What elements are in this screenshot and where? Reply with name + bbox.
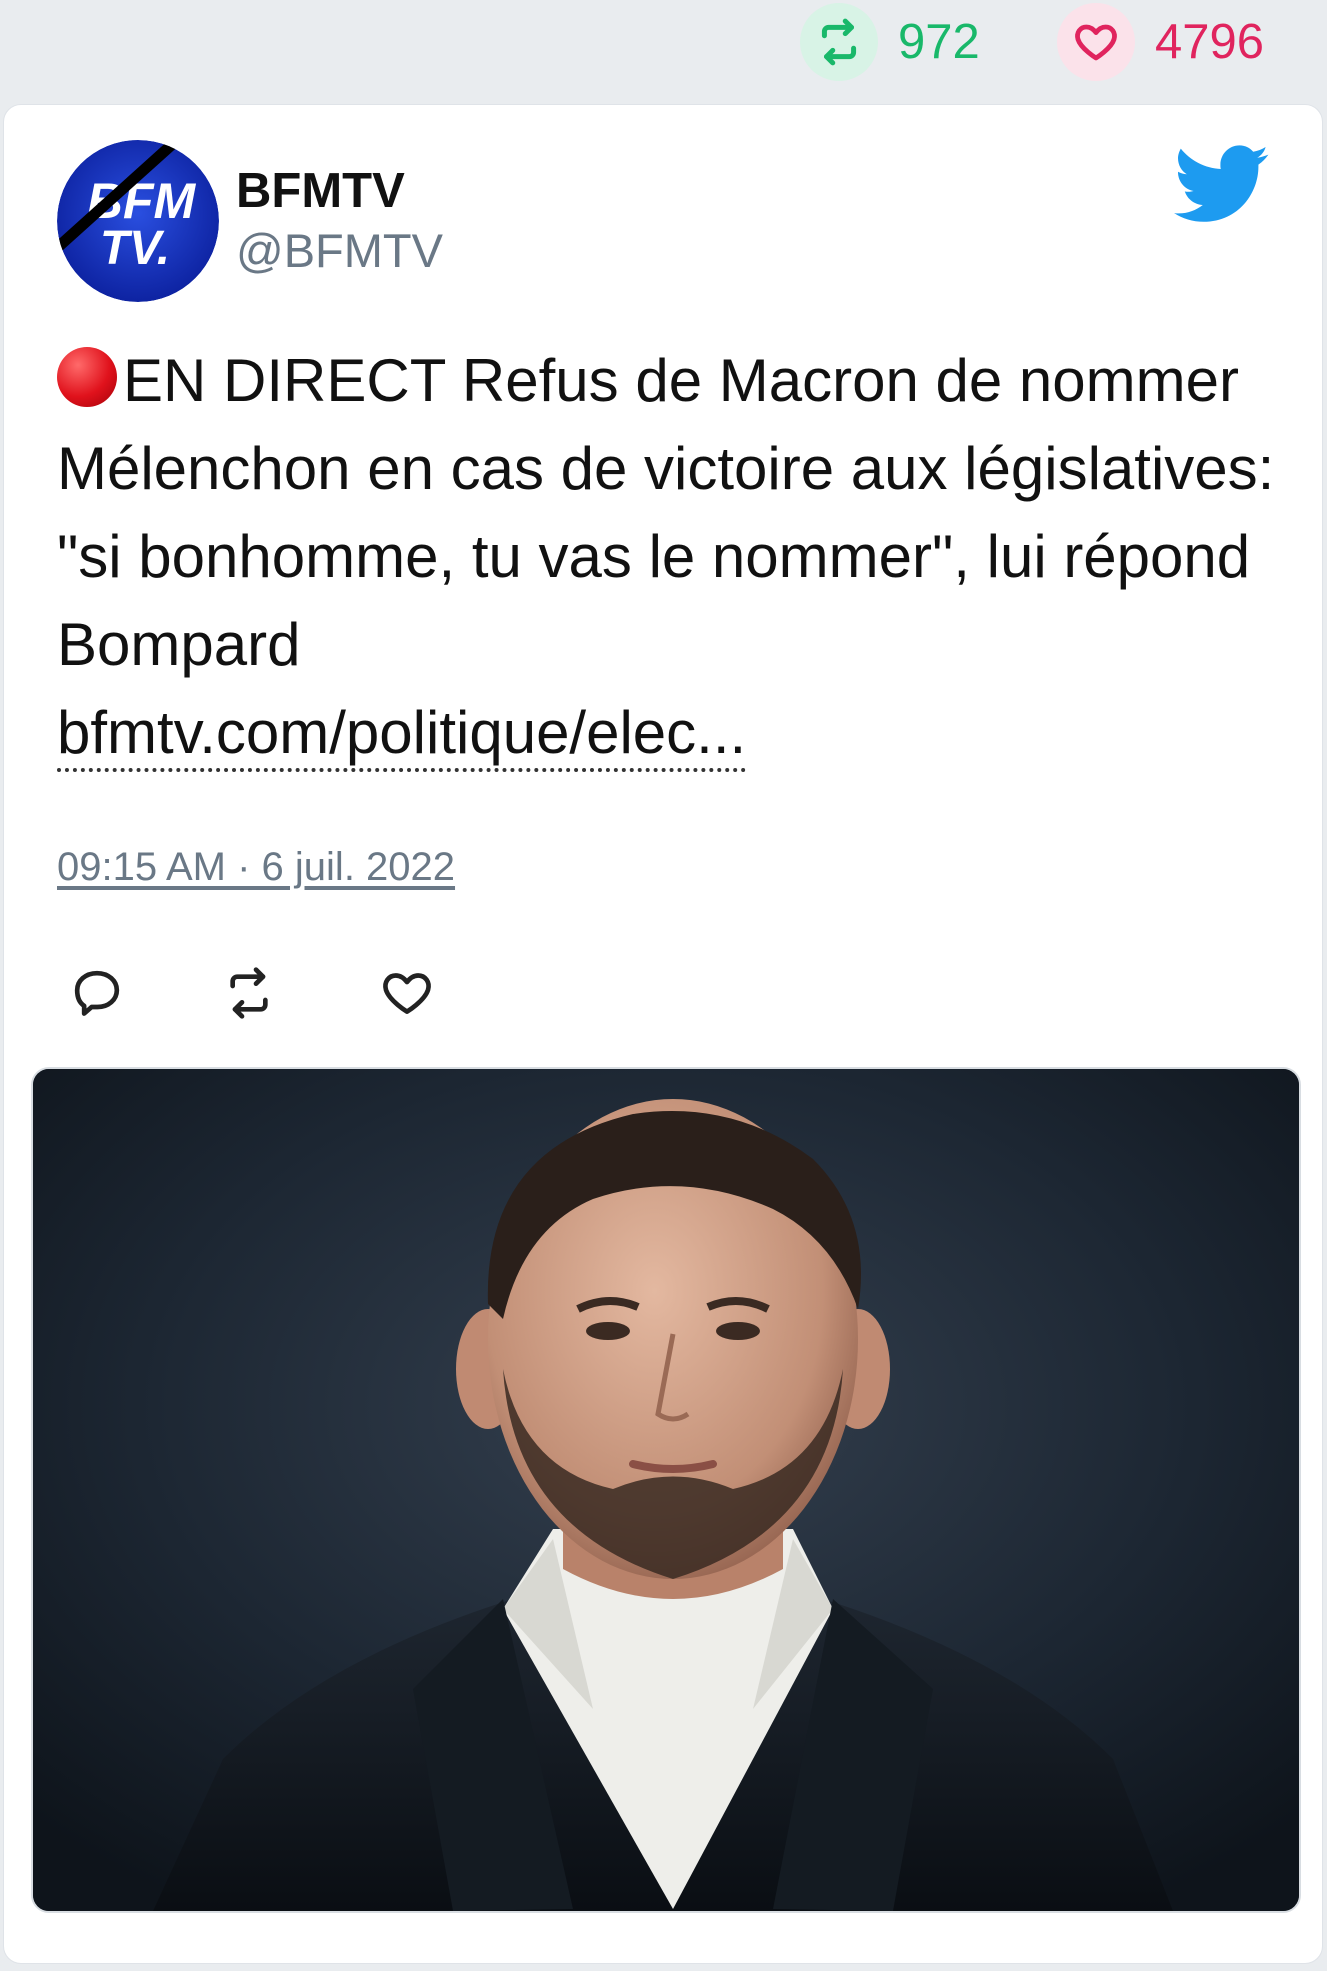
retweet-stat[interactable]: 972 [800,2,980,82]
retweet-icon[interactable] [800,3,878,81]
heart-icon[interactable] [1057,3,1135,81]
avatar[interactable]: BFM TV. [57,140,219,302]
author-handle[interactable]: @BFMTV [236,223,443,278]
retweet-count: 972 [898,15,980,69]
retweet-action-icon[interactable] [219,965,279,1025]
tweet-body: EN DIRECT Refus de Macron de nommer Méle… [57,347,1275,678]
tweet-text: EN DIRECT Refus de Macron de nommer Méle… [57,337,1287,777]
tweet-stats-bar: 972 4796 [0,0,1327,100]
avatar-logo-line2: TV. [100,222,170,275]
tweet-timestamp[interactable]: 09:15 AM · 6 juil. 2022 [57,845,455,890]
tweet-link[interactable]: bfmtv.com/politique/elec... [57,699,747,772]
like-stat[interactable]: 4796 [1057,2,1264,82]
twitter-bird-icon[interactable] [1174,145,1270,230]
like-count: 4796 [1155,15,1265,69]
red-circle-emoji-icon [57,347,117,407]
reply-icon[interactable] [69,965,129,1025]
portrait-image [33,1069,1299,1911]
tweet-photo[interactable] [31,1067,1301,1913]
tweet-card: BFM TV. BFMTV @BFMTV EN DIRECT Refus de … [3,104,1323,1964]
like-action-icon[interactable] [379,965,439,1025]
author-name[interactable]: BFMTV [236,163,405,219]
